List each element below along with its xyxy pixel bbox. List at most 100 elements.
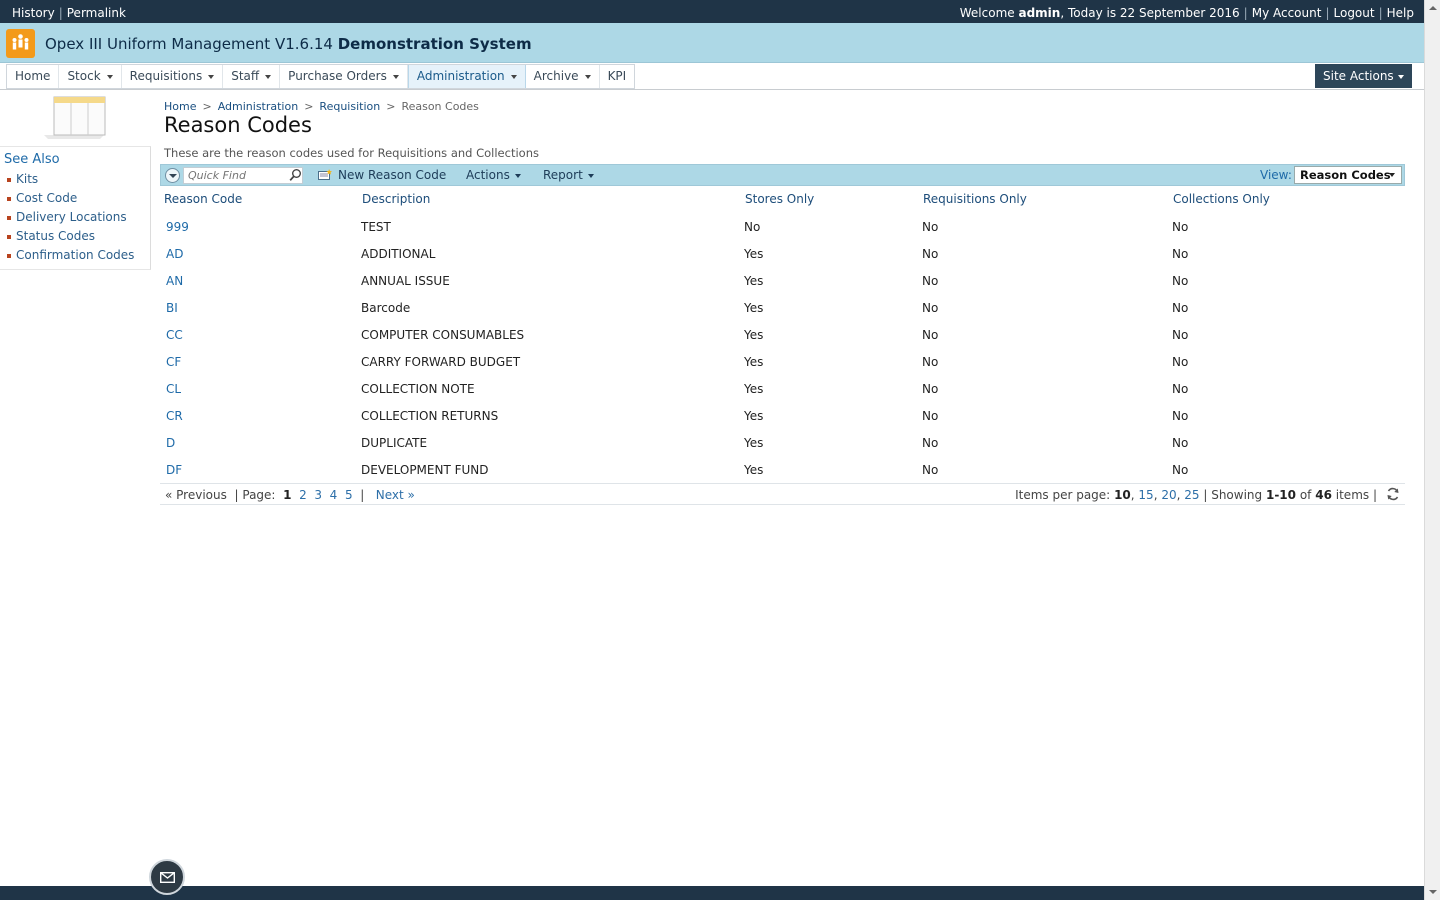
page-link-2[interactable]: 2 — [299, 488, 307, 502]
page-link-4[interactable]: 4 — [330, 488, 338, 502]
description-cell: TEST — [361, 220, 391, 234]
table-row[interactable]: CL COLLECTION NOTE Yes No No — [160, 376, 1405, 403]
nav-purchase-orders[interactable]: Purchase Orders — [280, 65, 408, 88]
page-link-5[interactable]: 5 — [345, 488, 353, 502]
sidebar-link-confirmation-codes[interactable]: Confirmation Codes — [7, 248, 134, 267]
page-size-20[interactable]: 20 — [1161, 488, 1176, 502]
nav-administration[interactable]: Administration — [407, 65, 526, 88]
breadcrumb-home[interactable]: Home — [164, 100, 196, 113]
page-link-3[interactable]: 3 — [314, 488, 322, 502]
reason-code-link[interactable]: 999 — [166, 214, 189, 241]
sidebar-link-cost-code[interactable]: Cost Code — [7, 191, 134, 210]
table-row[interactable]: AN ANNUAL ISSUE Yes No No — [160, 268, 1405, 295]
top-bar: History | Permalink Welcome admin, Today i… — [0, 0, 1424, 23]
reason-code-link[interactable]: CL — [166, 376, 181, 403]
app-system-name: Demonstration System — [337, 35, 532, 53]
table-row[interactable]: BI Barcode Yes No No — [160, 295, 1405, 322]
nav-kpi[interactable]: KPI — [600, 65, 635, 88]
vertical-scrollbar[interactable] — [1424, 0, 1440, 900]
table-row[interactable]: CC COMPUTER CONSUMABLES Yes No No — [160, 322, 1405, 349]
next-page-link[interactable]: Next » — [376, 488, 415, 502]
nav-staff[interactable]: Staff — [223, 65, 281, 88]
app-logo-icon[interactable] — [6, 29, 35, 58]
table-row[interactable]: AD ADDITIONAL Yes No No — [160, 241, 1405, 268]
site-actions-button[interactable]: Site Actions — [1315, 64, 1412, 88]
page-size-15[interactable]: 15 — [1138, 488, 1153, 502]
my-account-link[interactable]: My Account — [1252, 6, 1322, 20]
table-row[interactable]: CF CARRY FORWARD BUDGET Yes No No — [160, 349, 1405, 376]
nav-requisitions[interactable]: Requisitions — [122, 65, 224, 88]
nav-bar: Home Stock Requisitions Staff Purchase O… — [0, 63, 1424, 90]
refresh-icon[interactable] — [1386, 487, 1400, 501]
breadcrumb-requisition[interactable]: Requisition — [319, 100, 380, 113]
app-title-text: Opex III Uniform Management V1.6.14 — [45, 35, 333, 53]
stores-only-cell: Yes — [744, 328, 764, 342]
reason-code-link[interactable]: DF — [166, 457, 182, 484]
sidebar-link-delivery-locations[interactable]: Delivery Locations — [7, 210, 134, 229]
table-row[interactable]: 999 TEST No No No — [160, 214, 1405, 241]
table-body: 999 TEST No No No AD ADDITIONAL Yes No No AN ANNUAL… — [160, 214, 1405, 484]
reason-code-link[interactable]: D — [166, 430, 175, 457]
reason-code-link[interactable]: CC — [166, 322, 183, 349]
reason-code-link[interactable]: AN — [166, 268, 183, 295]
column-header-reason-code[interactable]: Reason Code — [164, 186, 242, 213]
collections-only-cell: No — [1172, 463, 1189, 477]
logout-link[interactable]: Logout — [1334, 6, 1375, 20]
app-title: Opex III Uniform Management V1.6.14 Demo… — [45, 35, 532, 53]
column-header-collections-only[interactable]: Collections Only — [1173, 186, 1270, 213]
help-link[interactable]: Help — [1387, 6, 1414, 20]
reason-code-link[interactable]: CF — [166, 349, 181, 376]
page-size-25[interactable]: 25 — [1184, 488, 1199, 502]
quick-find-toggle[interactable] — [165, 168, 180, 183]
showing-range: 1-10 — [1265, 488, 1296, 502]
requisitions-only-cell: No — [922, 382, 939, 396]
breadcrumb-current: Reason Codes — [401, 100, 479, 113]
scroll-down-icon[interactable] — [1429, 890, 1437, 894]
page-graphic-icon — [42, 95, 106, 139]
requisitions-only-cell: No — [922, 220, 939, 234]
column-header-description[interactable]: Description — [362, 186, 430, 213]
quick-find-input[interactable] — [183, 167, 303, 184]
requisitions-only-cell: No — [922, 409, 939, 423]
stores-only-cell: Yes — [744, 274, 764, 288]
breadcrumb-administration[interactable]: Administration — [218, 100, 299, 113]
actions-menu[interactable]: Actions — [466, 168, 521, 182]
view-select[interactable]: Reason Codes — [1294, 166, 1402, 184]
nav-stock[interactable]: Stock — [59, 65, 122, 88]
description-cell: DEVELOPMENT FUND — [361, 463, 489, 477]
history-link[interactable]: History — [12, 6, 55, 20]
page-label: Page: — [242, 488, 276, 502]
table-row[interactable]: D DUPLICATE Yes No No — [160, 430, 1405, 457]
report-menu[interactable]: Report — [543, 168, 594, 182]
requisitions-only-cell: No — [922, 274, 939, 288]
sidebar-link-kits[interactable]: Kits — [7, 172, 134, 191]
scroll-up-icon[interactable] — [1429, 6, 1437, 10]
nav-home[interactable]: Home — [7, 65, 60, 88]
page-title: Reason Codes — [164, 113, 312, 137]
previous-page-link[interactable]: « Previous — [165, 488, 227, 502]
chevron-down-icon — [1397, 74, 1404, 79]
chevron-down-icon — [514, 173, 521, 178]
reason-code-link[interactable]: BI — [166, 295, 178, 322]
report-menu-label: Report — [543, 168, 583, 182]
requisitions-only-cell: No — [922, 355, 939, 369]
description-cell: DUPLICATE — [361, 436, 428, 450]
reason-code-link[interactable]: AD — [166, 241, 183, 268]
breadcrumb: Home > Administration > Requisition > Reason C… — [164, 100, 479, 113]
new-reason-code-button[interactable]: New Reason Code — [318, 168, 446, 182]
view-select-value: Reason Codes — [1300, 168, 1391, 182]
table-row[interactable]: CR COLLECTION RETURNS Yes No No — [160, 403, 1405, 430]
requisitions-only-cell: No — [922, 436, 939, 450]
sidebar-link-status-codes[interactable]: Status Codes — [7, 229, 134, 248]
permalink-link[interactable]: Permalink — [67, 6, 126, 20]
nav-administration-label: Administration — [416, 69, 505, 83]
items-label: items — [1335, 488, 1370, 502]
column-header-requisitions-only[interactable]: Requisitions Only — [923, 186, 1027, 213]
search-icon[interactable] — [289, 168, 302, 182]
mail-button[interactable] — [149, 859, 185, 895]
welcome-date: , Today is 22 September 2016 — [1060, 6, 1240, 20]
nav-archive[interactable]: Archive — [526, 65, 600, 88]
table-row[interactable]: DF DEVELOPMENT FUND Yes No No — [160, 457, 1405, 484]
column-header-stores-only[interactable]: Stores Only — [745, 186, 814, 213]
reason-code-link[interactable]: CR — [166, 403, 183, 430]
